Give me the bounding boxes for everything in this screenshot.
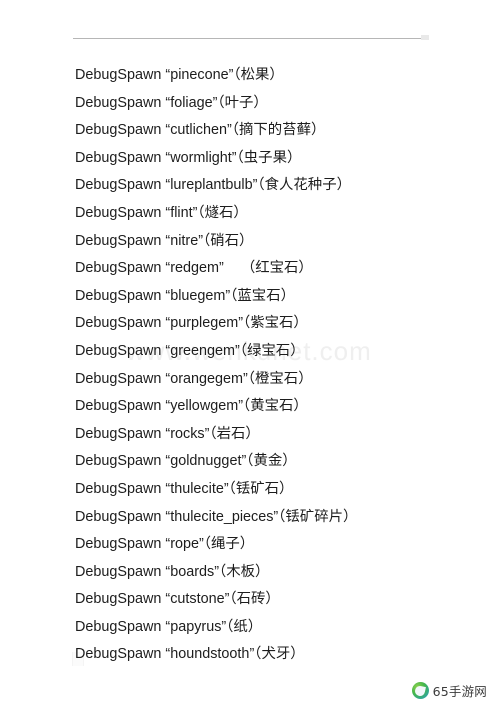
command-line: DebugSpawn “purplegem”（紫宝石）	[75, 315, 308, 332]
command-translation: （叶子）	[217, 94, 268, 111]
command-line: DebugSpawn “bluegem”（蓝宝石）	[75, 287, 295, 304]
command-keyword: DebugSpawn	[75, 508, 162, 525]
command-item-name: thulecite	[170, 480, 224, 497]
command-item-name: papyrus	[170, 618, 222, 635]
command-item-name: cutlichen	[170, 122, 228, 139]
command-translation: （红宝石）	[240, 260, 313, 277]
command-translation: （紫宝石）	[243, 315, 308, 332]
command-keyword: DebugSpawn	[75, 342, 162, 359]
command-translation: （松果）	[233, 67, 284, 83]
command-translation: （硝石）	[203, 232, 254, 249]
command-line: DebugSpawn “houndstooth”（犬牙）	[75, 646, 305, 663]
command-line: DebugSpawn “foliage”（叶子）	[75, 94, 268, 111]
command-keyword: DebugSpawn	[75, 260, 162, 277]
command-line: DebugSpawn “goldnugget”（黄金）	[75, 453, 297, 470]
command-translation: （燧石）	[197, 204, 248, 221]
command-keyword: DebugSpawn	[75, 536, 162, 553]
command-translation: （黄宝石）	[243, 398, 308, 415]
command-line: DebugSpawn “yellowgem”（黄宝石）	[75, 398, 308, 415]
command-keyword: DebugSpawn	[75, 122, 162, 139]
command-item-name: wormlight	[170, 149, 232, 166]
command-item-name: rope	[170, 536, 200, 553]
command-keyword: DebugSpawn	[75, 315, 162, 332]
command-keyword: DebugSpawn	[75, 425, 162, 442]
command-keyword: DebugSpawn	[75, 94, 162, 111]
command-translation: （虫子果）	[236, 149, 302, 166]
command-line: DebugSpawn “cutlichen”（摘下的苔藓）	[75, 122, 326, 139]
command-translation: （摘下的苔藓）	[231, 122, 326, 139]
command-line: DebugSpawn “orangegem”（橙宝石）	[75, 370, 313, 387]
command-keyword: DebugSpawn	[75, 232, 162, 249]
command-keyword: DebugSpawn	[75, 177, 162, 194]
command-item-name: pinecone	[170, 67, 229, 83]
command-item-name: yellowgem	[170, 398, 239, 415]
globe-swoosh-icon	[411, 682, 429, 699]
command-translation: （绳子）	[203, 536, 255, 553]
command-translation: （石砖）	[229, 591, 280, 608]
command-item-name: rocks	[170, 425, 205, 442]
command-keyword: DebugSpawn	[75, 563, 162, 580]
command-keyword: DebugSpawn	[75, 287, 162, 304]
command-keyword: DebugSpawn	[75, 646, 162, 663]
command-line: DebugSpawn “rope”（绳子）	[75, 536, 255, 553]
command-keyword: DebugSpawn	[75, 591, 162, 608]
command-line: DebugSpawn “papyrus”（纸）	[75, 618, 263, 635]
command-translation: （犬牙）	[254, 646, 305, 663]
command-item-name: cutstone	[170, 591, 225, 608]
command-item-name: goldnugget	[170, 453, 242, 470]
command-item-name: houndstooth	[170, 646, 250, 663]
command-line: DebugSpawn “rocks”（岩石）	[75, 425, 260, 442]
command-translation: （绿宝石）	[239, 342, 305, 359]
command-keyword: DebugSpawn	[75, 149, 162, 166]
command-translation: （蓝宝石）	[230, 287, 295, 304]
command-line: DebugSpawn “nitre”（硝石）	[75, 232, 254, 249]
command-item-name: boards	[170, 563, 215, 580]
command-keyword: DebugSpawn	[75, 480, 162, 497]
command-line: DebugSpawn “flint”（燧石）	[75, 204, 248, 221]
command-item-name: redgem	[170, 260, 220, 277]
command-line: DebugSpawn “boards”（木板）	[75, 563, 270, 580]
command-line: DebugSpawn “lureplantbulb”（食人花种子）	[75, 177, 351, 194]
command-item-name: bluegem	[170, 287, 226, 304]
command-item-name: orangegem	[170, 370, 244, 387]
command-item-name: purplegem	[170, 315, 239, 332]
command-keyword: DebugSpawn	[75, 67, 162, 83]
command-keyword: DebugSpawn	[75, 370, 162, 387]
command-line: DebugSpawn “pinecone”（松果）	[75, 67, 284, 83]
command-item-name: lureplantbulb	[170, 177, 253, 194]
command-line: DebugSpawn “thulecite_pieces”（铥矿碎片）	[75, 508, 358, 525]
command-item-name: flint	[170, 204, 193, 221]
command-keyword: DebugSpawn	[75, 204, 162, 221]
site-logo-label: 65手游网	[432, 684, 487, 699]
command-translation: （铥矿碎片）	[278, 508, 358, 525]
command-translation: （黄金）	[246, 453, 297, 470]
command-item-name: nitre	[170, 232, 199, 249]
command-item-name: greengem	[170, 342, 236, 359]
command-translation: （橙宝石）	[247, 370, 313, 387]
command-line: DebugSpawn “greengem”（绿宝石）	[75, 342, 305, 359]
command-keyword: DebugSpawn	[75, 453, 162, 470]
command-translation: （木板）	[219, 563, 270, 580]
command-line: DebugSpawn “redgem” （红宝石）	[75, 260, 313, 277]
command-line: DebugSpawn “thulecite”（铥矿石）	[75, 480, 294, 497]
command-translation: （岩石）	[209, 425, 260, 442]
command-item-name: thulecite_pieces	[170, 508, 274, 525]
command-keyword: DebugSpawn	[75, 398, 162, 415]
command-translation: （食人花种子）	[257, 177, 351, 194]
command-list: DebugSpawn “pinecone”（松果） DebugSpawn “fol…	[75, 62, 475, 669]
command-keyword: DebugSpawn	[75, 618, 162, 635]
command-line: DebugSpawn “cutstone”（石砖）	[75, 591, 280, 608]
command-line: DebugSpawn “wormlight”（虫子果）	[75, 149, 302, 166]
horizontal-rule	[73, 35, 429, 40]
command-item-name: foliage	[170, 94, 213, 111]
command-translation: （铥矿石）	[228, 480, 294, 497]
command-translation: （纸）	[226, 618, 263, 635]
site-logo: 65手游网	[411, 681, 487, 700]
